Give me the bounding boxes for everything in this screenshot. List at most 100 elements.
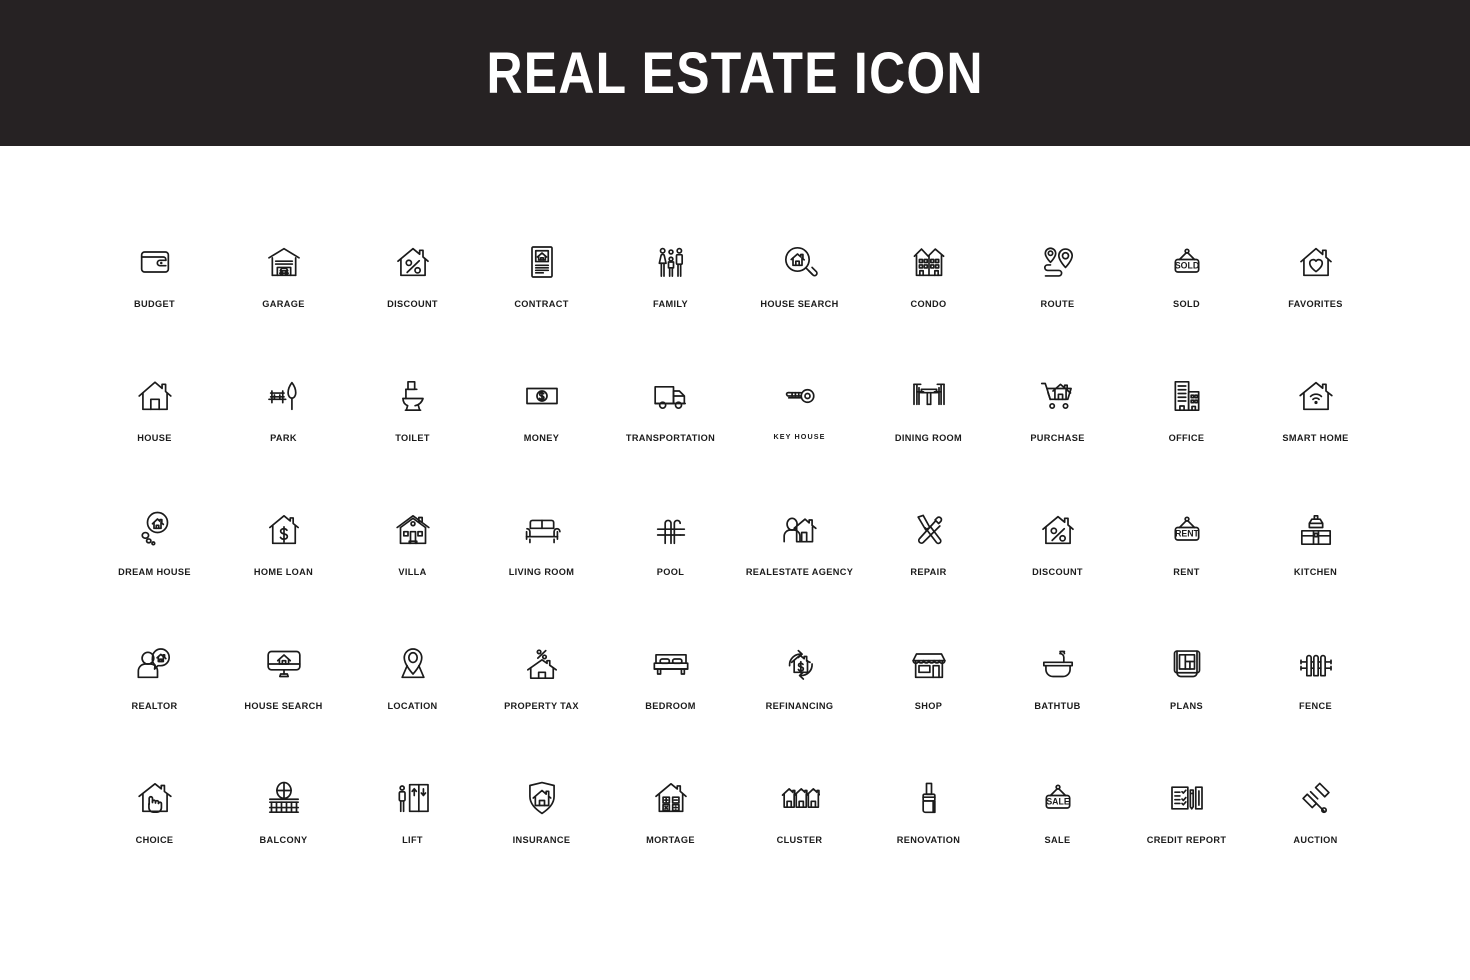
icon-cell[interactable]: MORTAGE [606, 770, 735, 860]
icon-cell[interactable]: SOLD SOLD [1122, 234, 1251, 324]
icon-grid-wrapper: BUDGET GARAGE DISCOUNT CONTRACT FAMILY H… [0, 146, 1470, 860]
house-dollar-icon [256, 502, 312, 558]
svg-text:SOLD: SOLD [1174, 261, 1198, 271]
house-heart-icon [1288, 234, 1344, 290]
icon-label: PURCHASE [1030, 433, 1085, 443]
icon-cell[interactable]: FENCE [1251, 636, 1380, 726]
icon-cell[interactable]: REFINANCING [735, 636, 864, 726]
icon-cell[interactable]: PROPERTY TAX [477, 636, 606, 726]
thought-bubble-house-icon [127, 502, 183, 558]
fence-icon [1288, 636, 1344, 692]
icon-cell[interactable]: BALCONY [219, 770, 348, 860]
icon-cell[interactable]: PARK [219, 368, 348, 458]
icon-cell[interactable]: TRANSPORTATION [606, 368, 735, 458]
icon-cell[interactable]: KITCHEN [1251, 502, 1380, 592]
paint-brush-icon [901, 770, 957, 826]
icon-label: LIVING ROOM [508, 567, 575, 577]
svg-text:RENT: RENT [1175, 529, 1199, 539]
icon-cell[interactable]: CREDIT REPORT [1122, 770, 1251, 860]
icon-cell[interactable]: SMART HOME [1251, 368, 1380, 458]
icon-cell[interactable]: PURCHASE [993, 368, 1122, 458]
house-percent-icon [1030, 502, 1086, 558]
pool-ladder-icon [643, 502, 699, 558]
bed-icon [643, 636, 699, 692]
icon-cell[interactable]: BUDGET [90, 234, 219, 324]
icon-cell[interactable]: REALTOR [90, 636, 219, 726]
wallet-icon [127, 234, 183, 290]
shop-storefront-icon [901, 636, 957, 692]
realtor-person-icon [127, 636, 183, 692]
icon-cell[interactable]: INSURANCE [477, 770, 606, 860]
dining-table-icon [901, 368, 957, 424]
icon-label: BEDROOM [645, 701, 696, 711]
icon-label: CREDIT REPORT [1146, 835, 1227, 845]
icon-cell[interactable]: DREAM HOUSE [90, 502, 219, 592]
icon-cell[interactable]: CONDO [864, 234, 993, 324]
icon-cell[interactable]: GARAGE [219, 234, 348, 324]
icon-cell[interactable]: SHOP [864, 636, 993, 726]
icon-label: REPAIR [910, 567, 947, 577]
icon-label: DREAM HOUSE [118, 567, 191, 577]
icon-cell[interactable]: KEY HOUSE [735, 368, 864, 458]
icon-cell[interactable]: BATHTUB [993, 636, 1122, 726]
icon-cell[interactable]: POOL [606, 502, 735, 592]
icon-cell[interactable]: RENOVATION [864, 770, 993, 860]
icon-label: DISCOUNT [1032, 567, 1083, 577]
icon-label: SMART HOME [1282, 433, 1349, 443]
sold-sign-icon: SOLD [1159, 234, 1215, 290]
icon-cell[interactable]: DISCOUNT [993, 502, 1122, 592]
rent-sign-icon: RENT [1159, 502, 1215, 558]
icon-cell[interactable]: AUCTION [1251, 770, 1380, 860]
icon-cell[interactable]: REPAIR [864, 502, 993, 592]
icon-cell[interactable]: CHOICE [90, 770, 219, 860]
blueprint-scroll-icon [1159, 636, 1215, 692]
icon-cell[interactable]: HOUSE SEARCH [219, 636, 348, 726]
key-icon [772, 368, 828, 424]
park-bench-tree-icon [256, 368, 312, 424]
icon-label: MONEY [523, 433, 560, 443]
icon-cell[interactable]: SALE SALE [993, 770, 1122, 860]
icon-label: INSURANCE [512, 835, 571, 845]
icon-label: LIFT [402, 835, 423, 845]
icon-cell[interactable]: BEDROOM [606, 636, 735, 726]
toilet-icon [385, 368, 441, 424]
icon-label: PARK [270, 433, 297, 443]
house-hand-pointer-icon [127, 770, 183, 826]
icon-cell[interactable]: LIFT [348, 770, 477, 860]
cart-house-icon [1030, 368, 1086, 424]
banknote-icon [514, 368, 570, 424]
house-icon [127, 368, 183, 424]
icon-cell[interactable]: VILLA [348, 502, 477, 592]
balcony-railing-icon [256, 770, 312, 826]
icon-label: CONDO [910, 299, 947, 309]
hammer-screwdriver-icon [901, 502, 957, 558]
icon-cell[interactable]: HOME LOAN [219, 502, 348, 592]
icon-cell[interactable]: HOUSE [90, 368, 219, 458]
icon-cell[interactable]: DINING ROOM [864, 368, 993, 458]
icon-cell[interactable]: RENT RENT [1122, 502, 1251, 592]
icon-cell[interactable]: CLUSTER [735, 770, 864, 860]
icon-label: BALCONY [259, 835, 308, 845]
icon-cell[interactable]: LIVING ROOM [477, 502, 606, 592]
agent-house-icon [772, 502, 828, 558]
icon-cell[interactable]: ROUTE [993, 234, 1122, 324]
icon-label: ROUTE [1040, 299, 1075, 309]
icon-cell[interactable]: OFFICE [1122, 368, 1251, 458]
icon-label: BUDGET [134, 299, 175, 309]
icon-cell[interactable]: LOCATION [348, 636, 477, 726]
sale-sign-icon: SALE [1030, 770, 1086, 826]
icon-cell[interactable]: HOUSE SEARCH [735, 234, 864, 324]
icon-cell[interactable]: REALESTATE AGENCY [735, 502, 864, 592]
icon-label: HOUSE SEARCH [760, 299, 839, 309]
icon-cell[interactable]: TOILET [348, 368, 477, 458]
monitor-house-icon [256, 636, 312, 692]
icon-cell[interactable]: FAVORITES [1251, 234, 1380, 324]
icon-label: REALESTATE AGENCY [745, 567, 854, 577]
icon-cell[interactable]: MONEY [477, 368, 606, 458]
icon-cell[interactable]: FAMILY [606, 234, 735, 324]
icon-cell[interactable]: CONTRACT [477, 234, 606, 324]
icon-cell[interactable]: PLANS [1122, 636, 1251, 726]
office-tower-icon [1159, 368, 1215, 424]
icon-cell[interactable]: DISCOUNT [348, 234, 477, 324]
icon-label: FAVORITES [1288, 299, 1343, 309]
